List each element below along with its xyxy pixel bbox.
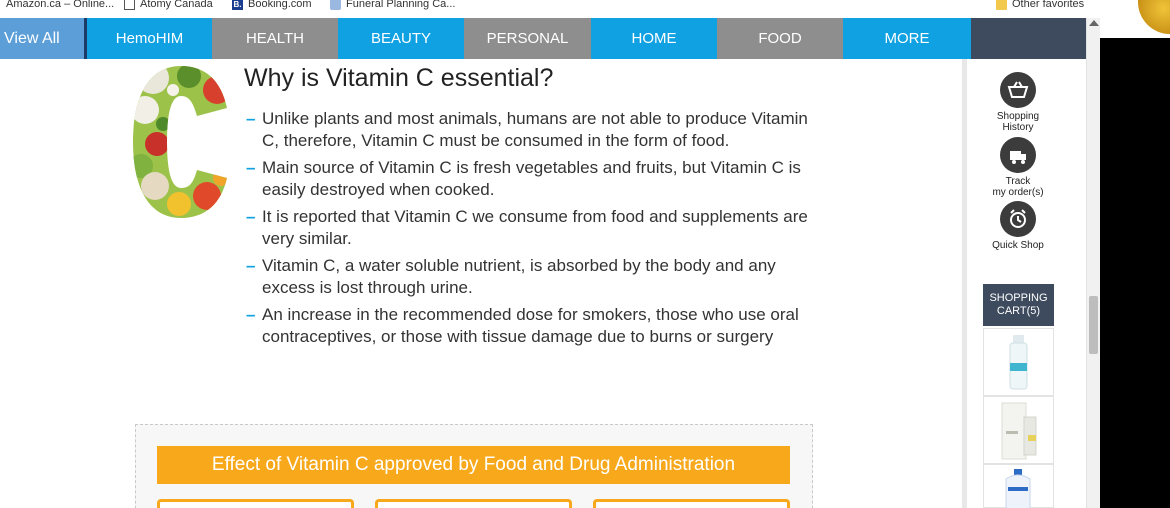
fda-effect-title: Effect of Vitamin C approved by Food and…: [157, 446, 790, 484]
list-item: – Main source of Vitamin C is fresh vege…: [246, 157, 811, 201]
list-item: – Vitamin C, a water soluble nutrient, i…: [246, 255, 811, 299]
quick-shop-label: Quick Shop: [992, 240, 1044, 251]
adjacent-window-area: [1100, 0, 1170, 508]
nav-personal[interactable]: PERSONAL: [464, 18, 591, 59]
nav-beauty[interactable]: BEAUTY: [338, 18, 464, 59]
bookmark-booking[interactable]: B. Booking.com: [232, 0, 312, 14]
nav-right-block: [971, 18, 1086, 59]
bullet-dash: –: [246, 158, 256, 177]
bookmark-label: Booking.com: [248, 0, 312, 10]
funeral-icon: [330, 0, 341, 10]
bookmark-label: Atomy Canada: [140, 0, 213, 10]
nav-more[interactable]: MORE: [843, 18, 971, 59]
category-nav: View All HemoHIM HEALTH BEAUTY PERSONAL …: [0, 18, 1086, 59]
list-item-text: Unlike plants and most animals, humans a…: [262, 109, 808, 150]
scroll-up-arrow-icon[interactable]: [1089, 20, 1099, 26]
booking-icon: B.: [232, 0, 243, 10]
cart-product-thumbnail[interactable]: [983, 328, 1054, 396]
effect-card: [157, 499, 354, 508]
track-order-link[interactable]: Track my order(s): [983, 137, 1053, 198]
alarm-clock-icon: [1000, 201, 1036, 237]
bullet-dash: –: [246, 305, 256, 324]
bookmark-label: Amazon.ca – Online...: [6, 0, 115, 10]
vitamin-c-facts-list: – Unlike plants and most animals, humans…: [246, 108, 811, 353]
list-item-text: An increase in the recommended dose for …: [262, 305, 799, 346]
bookmark-label: Funeral Planning Ca...: [346, 0, 456, 10]
bullet-dash: –: [246, 256, 256, 275]
bookmark-label: Other favorites: [1012, 0, 1085, 10]
page-scrollbar[interactable]: [1086, 18, 1100, 508]
effect-card: [375, 499, 572, 508]
folder-icon: [996, 0, 1007, 10]
shopping-cart-header[interactable]: SHOPPING CART(5): [983, 284, 1054, 326]
bookmarks-bar: Amazon.ca – Online... Atomy Canada B. Bo…: [0, 0, 1100, 16]
nav-hemohim[interactable]: HemoHIM: [87, 18, 212, 59]
bookmark-amazon[interactable]: Amazon.ca – Online...: [6, 0, 114, 14]
shopping-basket-icon: [1000, 72, 1036, 108]
delivery-truck-icon: [1000, 137, 1036, 173]
shopping-history-link[interactable]: Shopping History: [983, 72, 1053, 133]
list-item: – Unlike plants and most animals, humans…: [246, 108, 811, 152]
list-item-text: Main source of Vitamin C is fresh vegeta…: [262, 158, 801, 199]
nav-home[interactable]: HOME: [591, 18, 717, 59]
bookmark-atomy-canada[interactable]: Atomy Canada: [124, 0, 213, 14]
bullet-dash: –: [246, 207, 256, 226]
nav-food[interactable]: FOOD: [717, 18, 843, 59]
bookmark-other-favorites[interactable]: Other favorites: [996, 0, 1084, 14]
list-item-text: Vitamin C, a water soluble nutrient, is …: [262, 256, 776, 297]
bookmark-funeral-planning[interactable]: Funeral Planning Ca...: [330, 0, 455, 14]
track-order-label: Track my order(s): [992, 176, 1044, 198]
shopping-history-label: Shopping History: [996, 111, 1040, 133]
section-heading: Why is Vitamin C essential?: [244, 64, 554, 92]
list-item: – It is reported that Vitamin C we consu…: [246, 206, 811, 250]
browser-window: Amazon.ca – Online... Atomy Canada B. Bo…: [0, 0, 1170, 508]
list-item-text: It is reported that Vitamin C we consume…: [262, 207, 808, 248]
cart-product-thumbnail[interactable]: [983, 396, 1054, 464]
vegetable-letter-c-image: [133, 66, 227, 218]
effect-card: [593, 499, 790, 508]
cart-product-thumbnail[interactable]: [983, 464, 1054, 508]
list-item: – An increase in the recommended dose fo…: [246, 304, 811, 348]
page-icon: [124, 0, 135, 10]
nav-health[interactable]: HEALTH: [212, 18, 338, 59]
bullet-dash: –: [246, 109, 256, 128]
scrollbar-thumb[interactable]: [1089, 296, 1098, 354]
nav-view-all[interactable]: View All: [0, 18, 84, 59]
quick-shop-link[interactable]: Quick Shop: [983, 201, 1053, 251]
